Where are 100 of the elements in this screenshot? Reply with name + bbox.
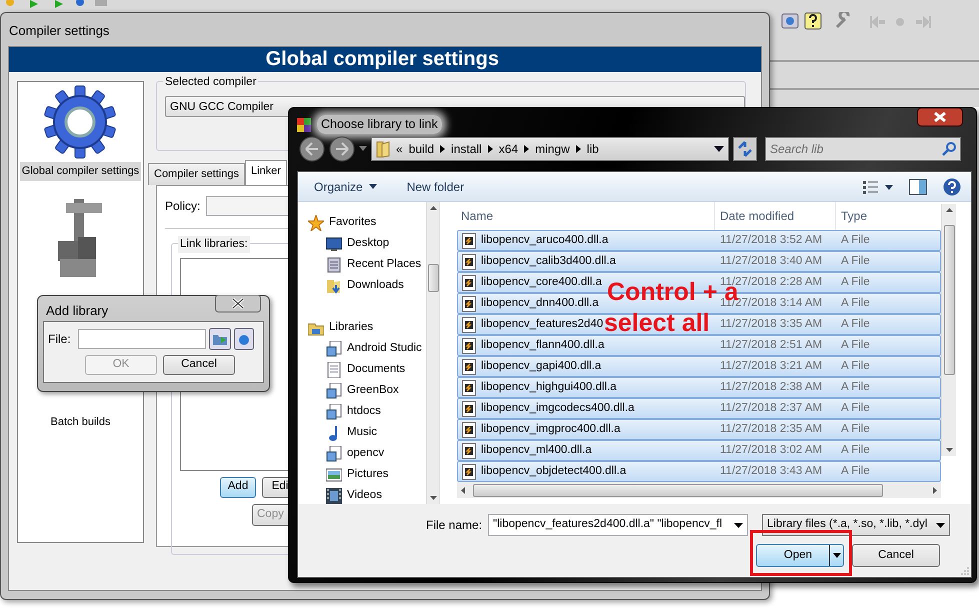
- file-type-dropdown[interactable]: Library files (*.a, *.so, *.lib, *.dyl: [762, 514, 950, 536]
- scrollbar[interactable]: [457, 482, 941, 498]
- back-icon[interactable]: [299, 136, 325, 162]
- address-bar[interactable]: « build install x64 mingw lib: [371, 137, 729, 161]
- toolbar-button[interactable]: Organize: [314, 178, 377, 196]
- image-icon: [326, 466, 342, 482]
- tab[interactable]: Compiler settings: [148, 163, 245, 184]
- file-row[interactable]: libopencv_imgcodecs400.dll.a 11/27/2018 2:37 AM A File: [457, 398, 941, 419]
- caret-icon[interactable]: [714, 146, 724, 152]
- nav-item[interactable]: GreenBox: [308, 380, 426, 401]
- file-row[interactable]: libopencv_highgui400.dll.a 11/27/2018 2:38 AM A File: [457, 377, 941, 398]
- scroll-thumb[interactable]: [473, 484, 883, 496]
- chevron-icon: [576, 145, 581, 153]
- nav-item[interactable]: opencv: [308, 443, 426, 464]
- policy-label: Policy:: [165, 198, 200, 214]
- date-text: 11/27/2018 3:52 AM: [719, 232, 824, 248]
- close-icon[interactable]: [917, 108, 963, 127]
- annotation-text: select all: [604, 311, 710, 336]
- dialog-title: Add library: [46, 302, 108, 320]
- forward-icon[interactable]: [329, 136, 355, 162]
- file-name: libopencv_imgcodecs400.dll.a: [481, 400, 634, 416]
- nav-item[interactable]: Videos: [308, 485, 426, 504]
- type-text: A File: [840, 442, 871, 458]
- file-row[interactable]: libopencv_aruco400.dll.a 11/27/2018 3:52 AM A File: [457, 230, 941, 251]
- date-text: 11/27/2018 3:35 AM: [719, 316, 824, 332]
- file-icon: [462, 232, 476, 248]
- breadcrumb[interactable]: mingw: [535, 140, 570, 158]
- close-icon[interactable]: [215, 295, 261, 313]
- toolbar-icon[interactable]: [781, 12, 799, 30]
- scroll-thumb[interactable]: [428, 264, 439, 292]
- refresh-icon[interactable]: [733, 137, 757, 161]
- scrollbar[interactable]: [426, 202, 439, 504]
- file-row[interactable]: libopencv_gapi400.dll.a 11/27/2018 3:21 AM A File: [457, 356, 941, 377]
- scroll-right-icon: [933, 486, 937, 494]
- file-row[interactable]: libopencv_ml400.dll.a 11/27/2018 3:02 AM A File: [457, 440, 941, 461]
- file-field[interactable]: [78, 329, 206, 349]
- sidebar-item[interactable]: Batch builds: [48, 412, 112, 431]
- breadcrumb[interactable]: x64: [498, 140, 518, 158]
- button[interactable]: Add: [220, 476, 256, 498]
- wrench-icon[interactable]: [834, 12, 852, 30]
- file-row[interactable]: libopencv_imgproc400.dll.a 11/27/2018 2:35 AM A File: [457, 419, 941, 440]
- nav-item[interactable]: Desktop: [308, 233, 426, 254]
- preview-pane-icon[interactable]: [909, 178, 927, 194]
- breadcrumb[interactable]: lib: [586, 140, 599, 158]
- column-header[interactable]: Name: [457, 202, 714, 230]
- type-text: A File: [840, 274, 871, 290]
- scroll-thumb[interactable]: [944, 225, 954, 375]
- file-name-field[interactable]: "libopencv_features2d400.dll.a" "libopencv_fl: [488, 514, 748, 536]
- button[interactable]: Open: [756, 544, 844, 567]
- file-icon: [462, 380, 476, 396]
- toolbar-button[interactable]: New folder: [406, 178, 464, 196]
- folder-icon: [376, 140, 390, 158]
- tab[interactable]: Linker: [244, 160, 287, 184]
- nav-item[interactable]: Documents: [308, 359, 426, 380]
- breadcrumb[interactable]: build: [408, 140, 434, 158]
- help-icon[interactable]: [943, 178, 961, 196]
- nav-item[interactable]: Libraries: [308, 317, 426, 338]
- field-label: File name:: [426, 517, 482, 534]
- nav-item[interactable]: Android Studic: [308, 338, 426, 359]
- nav-item[interactable]: Pictures: [308, 464, 426, 485]
- search-field[interactable]: Search lib: [765, 137, 961, 161]
- scrollbar[interactable]: [941, 204, 956, 456]
- chevron-icon: [440, 145, 446, 153]
- file-name: libopencv_calib3d400.dll.a: [481, 254, 616, 269]
- breadcrumb-overflow[interactable]: «: [396, 140, 403, 158]
- button[interactable]: Cancel: [163, 355, 235, 375]
- view-options-icon[interactable]: [863, 180, 893, 194]
- header-banner: Global compiler settings: [9, 47, 761, 72]
- breadcrumb[interactable]: install: [451, 140, 482, 158]
- date-text: 11/27/2018 3:02 AM: [719, 442, 824, 458]
- file-row[interactable]: libopencv_flann400.dll.a 11/27/2018 2:51 AM A File: [457, 335, 941, 356]
- type-text: A File: [840, 464, 871, 479]
- help-icon[interactable]: [804, 12, 822, 30]
- scroll-up-icon: [430, 206, 437, 210]
- file-row[interactable]: libopencv_objdetect400.dll.a 11/27/2018 3:43 AM A File: [457, 461, 941, 482]
- file-row[interactable]: libopencv_calib3d400.dll.a 11/27/2018 3:40 AM A File: [457, 251, 941, 272]
- nav-item[interactable]: Recent Places: [308, 254, 426, 275]
- nav-item[interactable]: Downloads: [308, 275, 426, 296]
- file-name: libopencv_highgui400.dll.a: [481, 380, 617, 395]
- open-folder-icon[interactable]: [208, 328, 231, 350]
- type-text: A File: [840, 380, 871, 395]
- nav-item[interactable]: Favorites: [308, 212, 426, 233]
- caret-icon: [936, 522, 946, 528]
- gear-icon: [42, 84, 118, 160]
- file-icon: [462, 422, 476, 438]
- type-text: A File: [840, 232, 871, 248]
- date-text: 11/27/2018 3:21 AM: [719, 358, 824, 374]
- type-text: A File: [840, 316, 871, 332]
- sidebar-item[interactable]: Global compiler settings: [20, 162, 142, 180]
- nav-item[interactable]: htdocs: [308, 401, 426, 422]
- file-icon: [462, 274, 476, 290]
- date-text: 11/27/2018 2:35 AM: [719, 422, 824, 437]
- file-icon: [462, 442, 476, 458]
- date-text: 11/27/2018 2:51 AM: [719, 338, 824, 353]
- file-name: libopencv_aruco400.dll.a: [481, 232, 608, 248]
- button[interactable]: Cancel: [852, 544, 940, 567]
- file-name: libopencv_imgproc400.dll.a: [481, 422, 620, 437]
- dot-icon[interactable]: [895, 17, 905, 27]
- app-icon: [297, 118, 311, 132]
- nav-item[interactable]: Music: [308, 422, 426, 443]
